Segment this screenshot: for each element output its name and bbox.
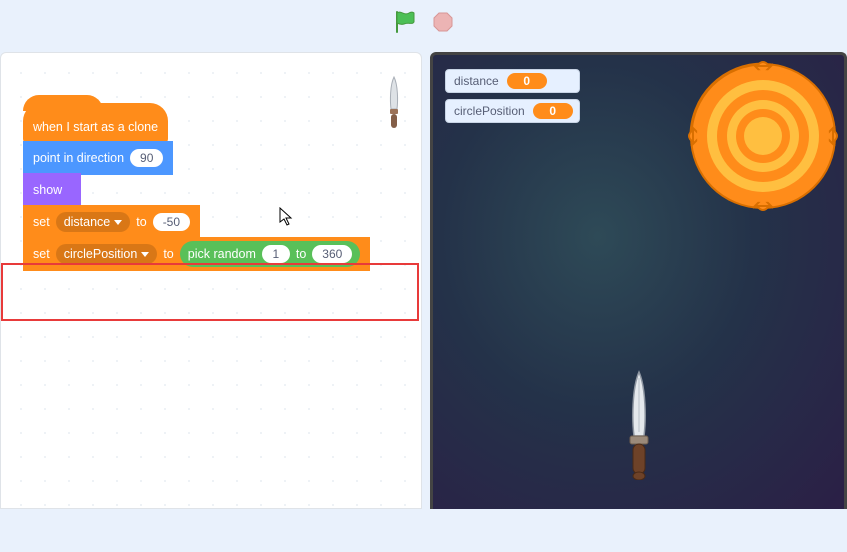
monitor-distance[interactable]: distance 0 — [445, 69, 580, 93]
random-to-input[interactable]: 360 — [312, 245, 352, 263]
stage-controls — [0, 0, 847, 44]
chevron-down-icon — [141, 252, 149, 257]
sprite-knife — [622, 370, 656, 485]
value-input[interactable]: -50 — [153, 213, 190, 231]
stop-button[interactable] — [429, 8, 457, 36]
block-show[interactable]: show — [23, 173, 81, 207]
set-label: set — [33, 215, 50, 229]
instruction-highlight — [1, 263, 419, 321]
sprite-thumbnail-knife — [385, 75, 403, 138]
var-dropdown-circleposition[interactable]: circlePosition — [56, 244, 158, 264]
block-script: when I start as a clone point in directi… — [23, 105, 370, 271]
monitor-value: 0 — [533, 103, 573, 119]
stage[interactable]: distance 0 circlePosition 0 — [430, 52, 847, 509]
block-set-circleposition[interactable]: set circlePosition to pick random 1 to 3… — [23, 237, 370, 271]
block-set-distance[interactable]: set distance to -50 — [23, 205, 200, 239]
var-dropdown-distance[interactable]: distance — [56, 212, 131, 232]
to-label: to — [136, 215, 146, 229]
code-workspace[interactable]: when I start as a clone point in directi… — [0, 52, 422, 509]
green-flag-icon — [394, 10, 416, 34]
stop-icon — [432, 11, 454, 33]
block-label: point in direction — [33, 151, 124, 165]
op-to-label: to — [296, 247, 306, 261]
operator-pick-random[interactable]: pick random 1 to 360 — [180, 241, 361, 267]
sprite-target-wheel — [688, 61, 838, 216]
chevron-down-icon — [114, 220, 122, 225]
monitor-label: distance — [454, 74, 499, 88]
op-label: pick random — [188, 247, 256, 261]
random-from-input[interactable]: 1 — [262, 245, 290, 263]
variable-monitors: distance 0 circlePosition 0 — [445, 69, 580, 123]
set-label: set — [33, 247, 50, 261]
var-name: distance — [64, 215, 111, 229]
hat-label: when I start as a clone — [33, 120, 158, 134]
monitor-circleposition[interactable]: circlePosition 0 — [445, 99, 580, 123]
mouse-cursor-icon — [279, 207, 295, 232]
direction-input[interactable]: 90 — [130, 149, 163, 167]
green-flag-button[interactable] — [391, 8, 419, 36]
block-point-in-direction[interactable]: point in direction 90 — [23, 141, 173, 175]
var-name: circlePosition — [64, 247, 138, 261]
hat-when-start-clone[interactable]: when I start as a clone — [23, 103, 168, 143]
stage-wrapper: distance 0 circlePosition 0 — [430, 52, 847, 509]
block-label: show — [33, 183, 62, 197]
to-label: to — [163, 247, 173, 261]
monitor-value: 0 — [507, 73, 547, 89]
monitor-label: circlePosition — [454, 104, 525, 118]
